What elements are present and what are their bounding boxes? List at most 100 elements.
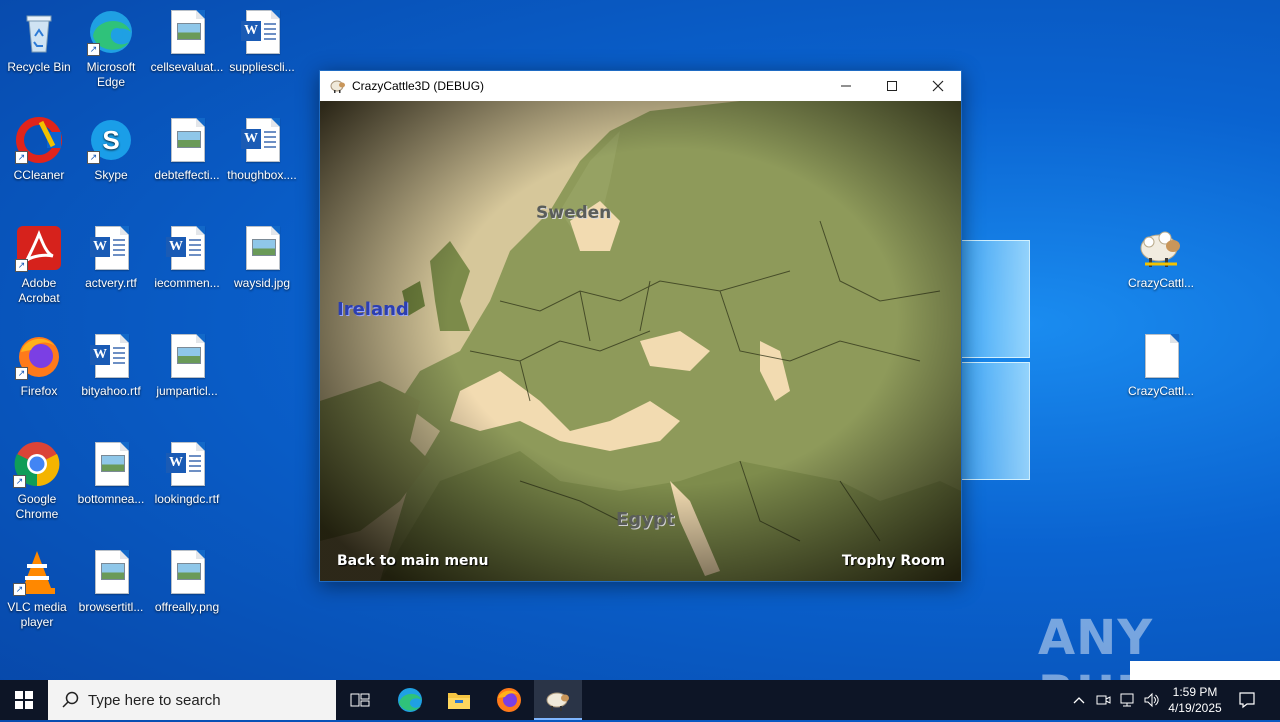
windows-logo-icon: [15, 691, 33, 709]
desktop-icon-label: Adobe Acrobat: [18, 276, 60, 305]
minimize-icon: [841, 85, 851, 87]
taskbar-edge[interactable]: [386, 680, 434, 720]
crazycattle-window[interactable]: CrazyCattle3D (DEBUG) Sweden Ireland Egy…: [319, 70, 962, 582]
adobe-acrobat-icon: ↗: [15, 224, 63, 272]
maximize-button[interactable]: [869, 71, 915, 101]
word-document-icon: W: [163, 440, 211, 488]
desktop-icon-thoughbox[interactable]: W thoughbox....: [223, 116, 301, 183]
meet-now-button[interactable]: [1092, 680, 1114, 720]
desktop-icon-label: Google Chrome: [15, 492, 59, 521]
desktop-icon-label: VLC media player: [7, 600, 67, 629]
desktop-icon-label: offreally.png: [154, 600, 220, 614]
network-button[interactable]: [1116, 680, 1138, 720]
network-icon: [1120, 693, 1134, 707]
desktop-icon-label: CrazyCattl...: [1127, 276, 1194, 290]
notification-center-button[interactable]: [1232, 680, 1262, 720]
close-button[interactable]: [915, 71, 961, 101]
blank-file-icon: [1137, 332, 1185, 380]
ccleaner-icon: ↗: [15, 116, 63, 164]
desktop-icon-offreally-png[interactable]: offreally.png: [148, 548, 226, 615]
taskbar: Type here to search 1:59 PM 4/19/2025: [0, 680, 1280, 720]
chrome-icon: ↗: [13, 440, 61, 488]
desktop-icon-skype[interactable]: S ↗ Skype: [72, 116, 150, 183]
image-file-icon: [87, 440, 135, 488]
start-button[interactable]: [0, 680, 48, 720]
vlc-icon: ↗: [13, 548, 61, 596]
desktop-icon-suppliescli[interactable]: W suppliescli...: [223, 8, 301, 75]
firefox-icon: [497, 688, 521, 712]
desktop-icon-label: bityahoo.rtf: [81, 384, 141, 398]
desktop-icon-label: actvery.rtf: [85, 276, 137, 290]
taskbar-firefox[interactable]: [485, 680, 533, 720]
desktop-icon-adobe-acrobat[interactable]: ↗ Adobe Acrobat: [0, 224, 78, 306]
desktop-icon-firefox[interactable]: ↗ Firefox: [0, 332, 78, 399]
trophy-room-button[interactable]: Trophy Room: [842, 553, 945, 569]
minimize-button[interactable]: [823, 71, 869, 101]
desktop-icon-microsoft-edge[interactable]: ↗ Microsoft Edge: [72, 8, 150, 90]
desktop-icon-crazycattle-exe[interactable]: CrazyCattl...: [1122, 224, 1200, 291]
word-document-icon: W: [87, 224, 135, 272]
desktop-icon-label: iecommen...: [154, 276, 220, 290]
word-document-icon: W: [238, 116, 286, 164]
desktop-icon-actvery-rtf[interactable]: W actvery.rtf: [72, 224, 150, 291]
desktop-icon-label: lookingdc.rtf: [154, 492, 220, 506]
window-titlebar[interactable]: CrazyCattle3D (DEBUG): [320, 71, 961, 101]
desktop-icon-cellsevaluat[interactable]: cellsevaluat...: [148, 8, 226, 75]
desktop-icon-ccleaner[interactable]: ↗ CCleaner: [0, 116, 78, 183]
desktop-icon-recycle-bin[interactable]: Recycle Bin: [0, 8, 78, 75]
meet-now-icon: [1096, 695, 1111, 705]
desktop-icon-google-chrome[interactable]: ↗ Google Chrome: [0, 440, 77, 522]
desktop-icon-label: Skype: [94, 168, 128, 182]
notification-icon: [1239, 692, 1255, 709]
volume-button[interactable]: [1140, 680, 1162, 720]
shortcut-arrow-icon: ↗: [87, 43, 100, 56]
desktop-icon-crazycattle-file[interactable]: CrazyCattl...: [1122, 332, 1200, 399]
recycle-bin-icon: [15, 8, 63, 56]
desktop-icon-label: jumparticl...: [156, 384, 218, 398]
svg-text:S: S: [102, 125, 119, 155]
task-view-icon: [350, 693, 370, 707]
search-placeholder: Type here to search: [88, 691, 221, 709]
image-file-icon: [87, 548, 135, 596]
desktop-icon-label: CCleaner: [13, 168, 65, 182]
desktop-icon-waysid-jpg[interactable]: waysid.jpg: [223, 224, 301, 291]
desktop-icon-label: Recycle Bin: [7, 60, 71, 74]
desktop-icon-iecommen[interactable]: W iecommen...: [148, 224, 226, 291]
crazycattle-icon: [546, 692, 569, 711]
map-label-sweden[interactable]: Sweden: [536, 203, 611, 223]
show-hidden-icons-button[interactable]: [1068, 680, 1090, 720]
skype-icon: S ↗: [87, 116, 135, 164]
desktop-icon-label: thoughbox....: [227, 168, 297, 182]
image-file-icon: [238, 224, 286, 272]
map-label-egypt[interactable]: Egypt: [616, 509, 674, 530]
back-to-main-menu-button[interactable]: Back to main menu: [337, 553, 488, 569]
taskbar-search-box[interactable]: Type here to search: [48, 680, 336, 720]
desktop-icon-vlc[interactable]: ↗ VLC media player: [0, 548, 77, 630]
file-explorer-icon: [448, 693, 470, 709]
game-map-view[interactable]: Sweden Ireland Egypt Back to main menu T…: [320, 101, 961, 581]
desktop-icon-bottomnea[interactable]: bottomnea...: [72, 440, 150, 507]
maximize-icon: [887, 81, 897, 91]
taskbar-clock[interactable]: 1:59 PM 4/19/2025: [1160, 680, 1230, 720]
shortcut-arrow-icon: ↗: [15, 367, 28, 380]
desktop-icon-lookingdc-rtf[interactable]: W lookingdc.rtf: [148, 440, 226, 507]
desktop-icon-browsertitl[interactable]: browsertitl...: [72, 548, 150, 615]
word-document-icon: W: [238, 8, 286, 56]
desktop-white-strip: [1130, 661, 1280, 680]
firefox-icon: ↗: [15, 332, 63, 380]
desktop-icon-jumparticl[interactable]: jumparticl...: [148, 332, 226, 399]
image-file-icon: [163, 548, 211, 596]
shortcut-arrow-icon: ↗: [13, 475, 26, 488]
desktop-icon-label: browsertitl...: [78, 600, 144, 614]
task-view-button[interactable]: [336, 680, 384, 720]
desktop-icon-bityahoo-rtf[interactable]: W bityahoo.rtf: [72, 332, 150, 399]
image-file-icon: [163, 8, 211, 56]
taskbar-file-explorer[interactable]: [435, 680, 483, 720]
desktop-icon-debteffecti[interactable]: debteffecti...: [148, 116, 226, 183]
map-label-ireland[interactable]: Ireland: [337, 299, 409, 320]
taskbar-crazycattle[interactable]: [534, 680, 582, 720]
clock-date: 4/19/2025: [1168, 701, 1222, 715]
image-file-icon: [163, 116, 211, 164]
desktop-icon-label: waysid.jpg: [233, 276, 291, 290]
window-title: CrazyCattle3D (DEBUG): [352, 79, 485, 93]
